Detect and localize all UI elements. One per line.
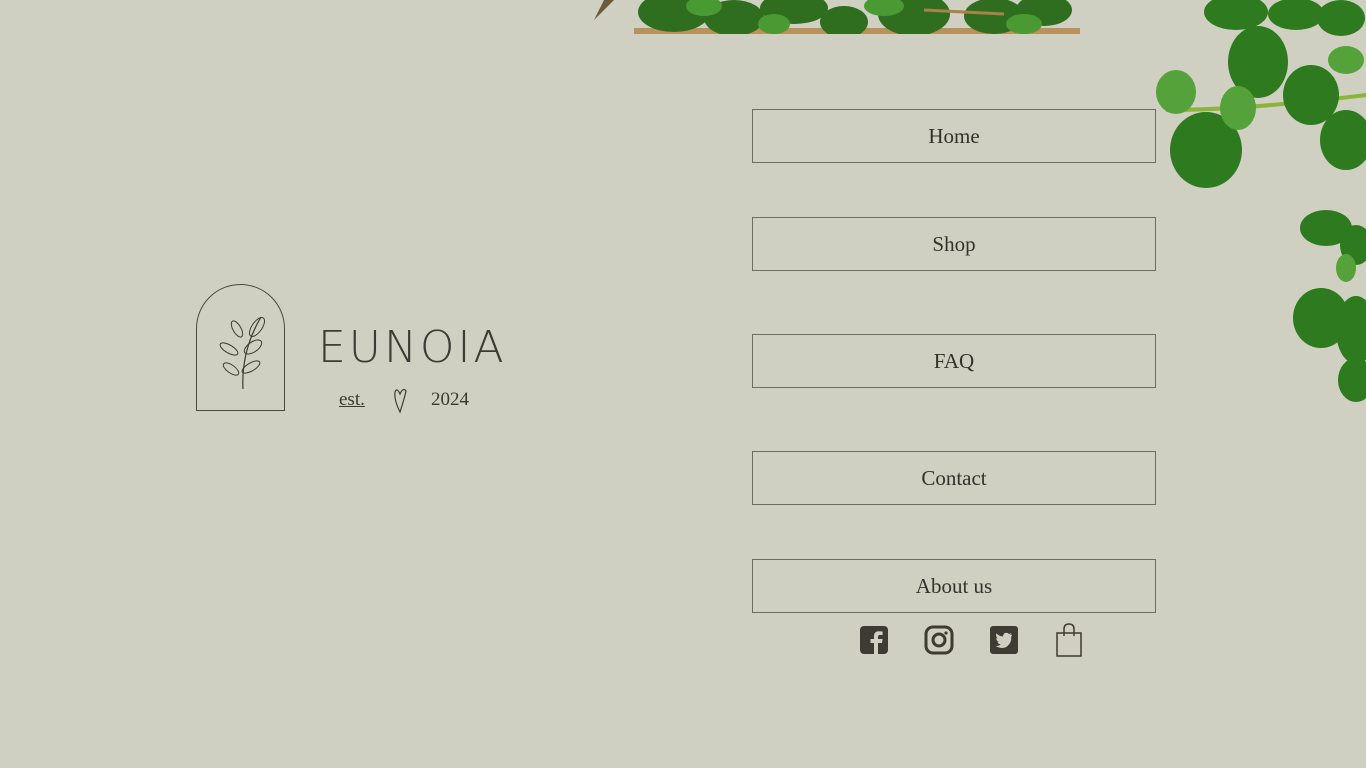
founded-year: 2024 (431, 389, 469, 410)
facebook-icon[interactable] (858, 622, 890, 658)
nav-home-label: Home (928, 123, 980, 148)
nav-about-label: About us (915, 573, 993, 598)
nav-shop-label: Shop (932, 231, 976, 256)
nav-contact-button[interactable]: Contact (752, 451, 1156, 505)
nav-home-button[interactable]: Home (752, 109, 1156, 163)
twitter-icon[interactable] (988, 622, 1020, 658)
nav-faq-button[interactable]: FAQ (752, 334, 1156, 388)
nav-shop-button[interactable]: Shop (752, 217, 1156, 271)
shopping-bag-icon[interactable] (1053, 622, 1085, 658)
olive-branch-icon (219, 316, 266, 390)
brand-name: EUNOIA (318, 322, 507, 373)
est-label: est. (339, 389, 365, 410)
foliage-right-image (1146, 0, 1366, 410)
logo-arch (196, 284, 285, 411)
nav-faq-label: FAQ (933, 348, 975, 373)
nav-about-button[interactable]: About us (752, 559, 1156, 613)
instagram-icon[interactable] (923, 622, 955, 658)
foliage-top-image (594, 0, 1080, 34)
heart-icon (392, 386, 410, 419)
nav-contact-label: Contact (921, 465, 987, 490)
